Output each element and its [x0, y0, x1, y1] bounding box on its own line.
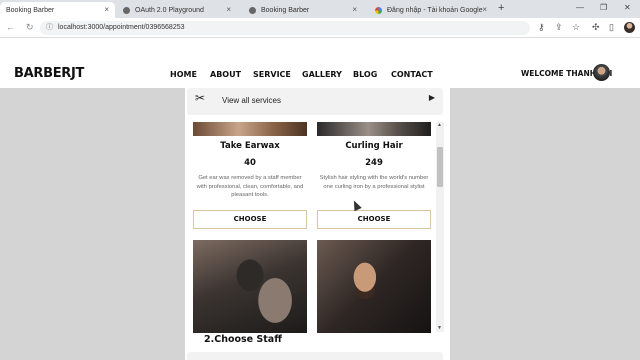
chevron-right-icon: ▶: [428, 93, 435, 102]
nav-gallery[interactable]: GALLERY: [302, 70, 342, 79]
close-tab-icon[interactable]: ×: [226, 5, 231, 14]
tab-booking-barber[interactable]: Booking Barber ×: [0, 2, 115, 18]
user-avatar[interactable]: [593, 64, 610, 81]
tab-google-login[interactable]: Đăng nhập - Tài khoản Google ×: [369, 2, 493, 18]
star-icon[interactable]: ☆: [572, 22, 580, 33]
extensions-icon[interactable]: ✣: [592, 22, 600, 33]
nav-about[interactable]: ABOUT: [210, 70, 241, 79]
choose-curling-button[interactable]: CHOOSE: [317, 210, 431, 229]
service-photo-beard-trim: [317, 240, 431, 333]
url-text: localhost:3000/appointment/0396568253: [58, 24, 185, 31]
tab-oauth-playground[interactable]: OAuth 2.0 Playground ×: [117, 2, 237, 18]
service-price: 40: [244, 158, 256, 168]
service-photo-earwax: [193, 122, 307, 136]
close-tab-icon[interactable]: ×: [104, 5, 109, 14]
key-icon[interactable]: ⚷: [538, 22, 545, 33]
choose-staff-heading: 2.Choose Staff: [204, 334, 282, 345]
nav-service[interactable]: SERVICE: [253, 70, 291, 79]
service-name: Take Earwax: [220, 141, 280, 151]
close-window-icon[interactable]: ✕: [624, 3, 631, 12]
service-description: Stylish hair styling with the world's nu…: [319, 175, 429, 190]
profile-avatar[interactable]: [624, 22, 635, 33]
services-label: View all services: [222, 96, 281, 105]
tab-title: Đăng nhập - Tài khoản Google: [387, 6, 483, 14]
new-tab-button[interactable]: +: [498, 2, 504, 14]
service-photo-haircut: [193, 240, 307, 333]
address-bar-row: ← ↻ ⓘ localhost:3000/appointment/0396568…: [0, 18, 640, 38]
nav-blog[interactable]: BLOG: [353, 70, 377, 79]
minimize-icon[interactable]: —: [576, 3, 584, 12]
nav-contact[interactable]: CONTACT: [391, 70, 433, 79]
tab-title: OAuth 2.0 Playground: [135, 6, 204, 14]
tab-title: Booking Barber: [261, 6, 310, 14]
site-header: BARBERJT HOME ABOUT SERVICE GALLERY BLOG…: [0, 38, 640, 88]
service-name: Curling Hair: [345, 141, 403, 151]
choose-earwax-button[interactable]: CHOOSE: [193, 210, 307, 229]
site-logo[interactable]: BARBERJT: [14, 66, 84, 81]
google-icon: [375, 6, 382, 14]
share-icon[interactable]: ⇪: [555, 22, 563, 33]
service-photo-curling: [317, 122, 431, 136]
close-tab-icon[interactable]: ×: [352, 5, 357, 14]
tab-title: Booking Barber: [6, 6, 55, 14]
sidebar-icon[interactable]: ▯: [609, 22, 614, 33]
view-all-services-toggle[interactable]: ✂ View all services ▶: [187, 88, 443, 115]
scroll-up-icon[interactable]: ▲: [437, 122, 442, 128]
info-icon[interactable]: ⓘ: [46, 21, 53, 35]
back-icon[interactable]: ←: [6, 22, 15, 32]
close-tab-icon[interactable]: ×: [482, 5, 487, 14]
nav-home[interactable]: HOME: [170, 70, 197, 79]
scroll-down-icon[interactable]: ▼: [437, 325, 442, 331]
tab-booking-barber-2[interactable]: Booking Barber ×: [243, 2, 363, 18]
service-description: Get ear wax removed by a staff member wi…: [196, 175, 304, 198]
globe-icon: [123, 6, 130, 14]
staff-selector[interactable]: [187, 352, 443, 360]
globe-icon: [249, 6, 256, 14]
reload-icon[interactable]: ↻: [26, 22, 34, 33]
scrollbar-thumb[interactable]: [437, 147, 443, 187]
service-price: 249: [365, 158, 383, 168]
browser-tab-bar: Booking Barber × OAuth 2.0 Playground × …: [0, 0, 640, 18]
url-field[interactable]: ⓘ localhost:3000/appointment/0396568253: [40, 21, 530, 35]
scissors-icon: ✂: [195, 91, 206, 105]
maximize-icon[interactable]: ❐: [600, 3, 607, 12]
